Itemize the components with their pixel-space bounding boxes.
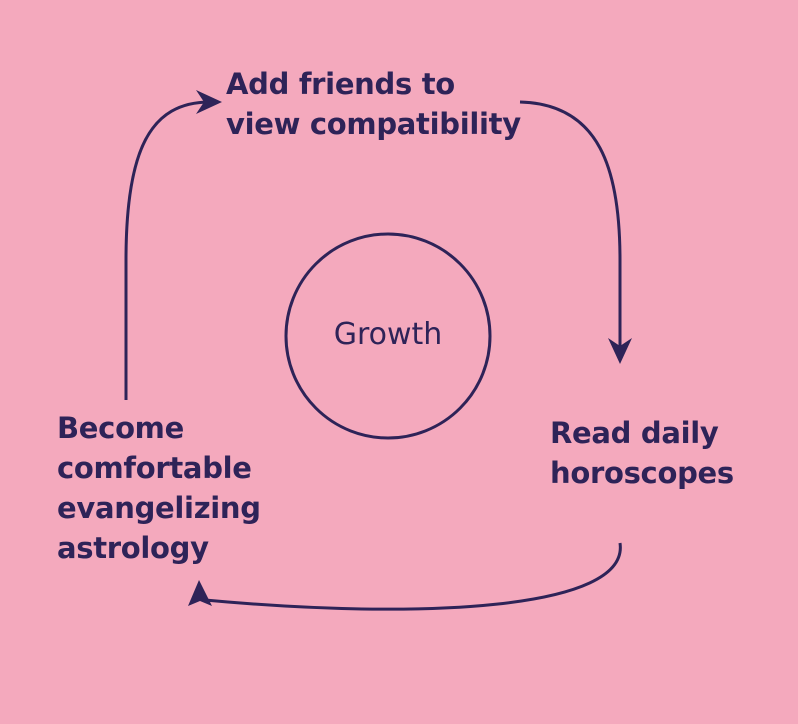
step-line: view compatibility xyxy=(226,107,521,141)
arrow-top-to-right xyxy=(519,100,622,352)
step-line: comfortable xyxy=(57,451,252,485)
step-line: Read daily xyxy=(550,416,719,450)
step-line: Add friends to xyxy=(226,67,455,101)
step-line: horoscopes xyxy=(550,456,734,490)
step-read-horoscopes: Read daily horoscopes xyxy=(550,413,734,493)
center-label: Growth xyxy=(333,317,443,352)
step-add-friends: Add friends to view compatibility xyxy=(226,64,521,144)
step-evangelize-astrology: Become comfortable evangelizing astrolog… xyxy=(57,408,261,568)
arrow-right-to-left xyxy=(204,542,622,611)
step-line: astrology xyxy=(57,531,209,565)
growth-cycle-diagram: Growth Add friends to view compatibility… xyxy=(0,0,798,724)
step-line: evangelizing xyxy=(57,491,261,525)
arrowhead-up xyxy=(188,580,212,606)
step-line: Become xyxy=(57,411,184,445)
arrow-left-to-top xyxy=(124,100,211,400)
